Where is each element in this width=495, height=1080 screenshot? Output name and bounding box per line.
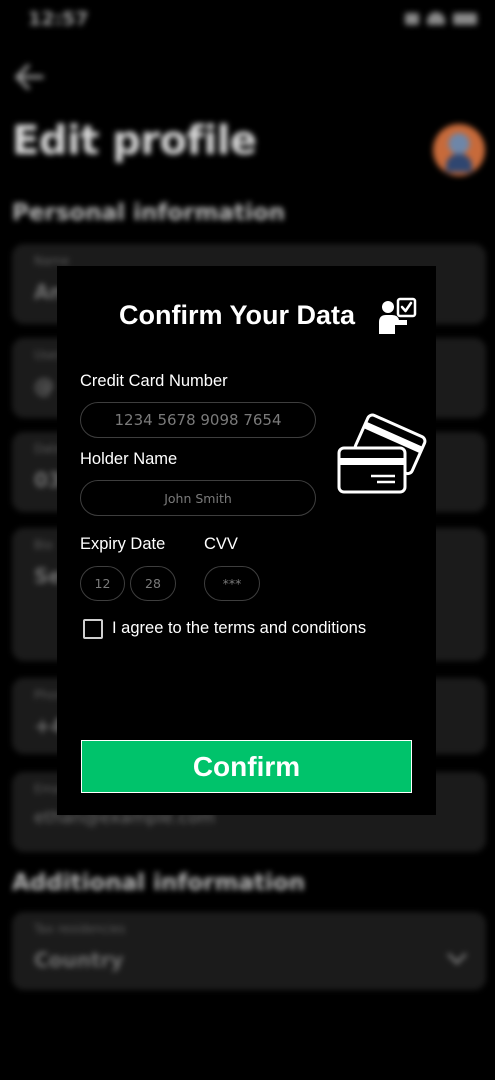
dialog-title: Confirm Your Data xyxy=(119,300,356,330)
confirm-data-dialog: Confirm Your Data Credit Card Number 123… xyxy=(57,266,436,815)
field-value: @ xyxy=(34,374,54,398)
card-number-placeholder: 1234 5678 9098 7654 xyxy=(114,411,282,429)
section-personal: Personal information xyxy=(12,200,286,226)
expiry-month-input[interactable]: 12 xyxy=(80,566,125,601)
avatar[interactable] xyxy=(433,124,485,176)
battery-icon xyxy=(453,12,477,25)
chevron-down-icon xyxy=(447,945,467,965)
confirm-button-label: Confirm xyxy=(192,750,301,782)
holder-name-label: Holder Name xyxy=(80,450,178,468)
cvv-placeholder: *** xyxy=(222,576,242,591)
cvv-input[interactable]: *** xyxy=(204,566,260,601)
field-value: Country xyxy=(34,948,124,972)
page-title: Edit profile xyxy=(12,118,257,164)
wifi-icon xyxy=(427,12,445,25)
expiry-year-input[interactable]: 28 xyxy=(130,566,176,601)
card-number-label: Credit Card Number xyxy=(80,372,228,390)
confirm-button[interactable]: Confirm xyxy=(81,740,412,793)
cvv-label: CVV xyxy=(204,535,238,553)
field-label: Tax residencies xyxy=(34,922,126,936)
terms-label: I agree to the terms and conditions xyxy=(112,619,367,637)
expiry-year-placeholder: 28 xyxy=(145,576,161,591)
credit-cards-icon xyxy=(337,413,427,494)
section-additional: Additional information xyxy=(12,870,306,896)
terms-checkbox[interactable] xyxy=(83,619,103,639)
back-arrow-icon[interactable] xyxy=(12,60,46,94)
status-time: 12:57 xyxy=(28,8,89,30)
field-label: Bio xyxy=(34,538,53,552)
signal-icon xyxy=(405,12,419,25)
tax-residency-select[interactable]: Tax residencies Country xyxy=(12,912,486,990)
expiry-month-placeholder: 12 xyxy=(94,576,111,591)
status-icons xyxy=(405,12,477,25)
holder-name-input[interactable]: John Smith xyxy=(80,480,316,516)
user-check-icon xyxy=(379,297,417,334)
card-number-input[interactable]: 1234 5678 9098 7654 xyxy=(80,402,316,438)
expiry-date-label: Expiry Date xyxy=(80,535,166,553)
holder-name-placeholder: John Smith xyxy=(164,491,232,506)
